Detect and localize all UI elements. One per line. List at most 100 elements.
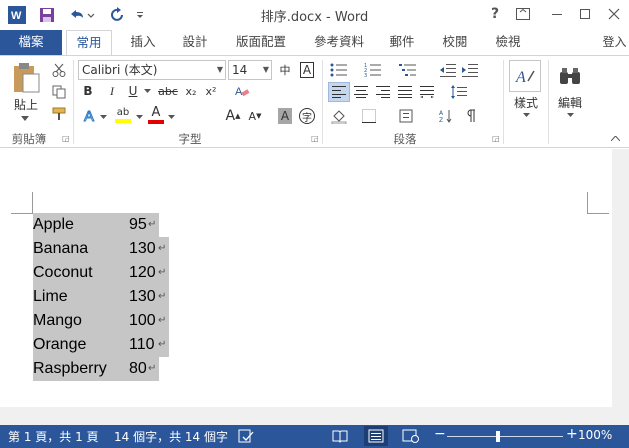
zoom-slider-thumb[interactable]	[496, 431, 500, 442]
font-name-combo[interactable]: Calibri (本文) ▼	[78, 60, 226, 80]
fruit-value: 130	[129, 240, 156, 257]
paragraph-launcher-icon[interactable]: ◲	[492, 134, 500, 143]
decrease-indent-icon[interactable]	[438, 60, 458, 80]
font-color-dropdown-icon[interactable]	[166, 111, 176, 123]
fruit-value: 130	[129, 288, 156, 305]
maximize-button[interactable]	[572, 2, 598, 26]
chevron-down-icon: ▼	[216, 65, 223, 74]
styles-gallery-icon[interactable]: A	[509, 60, 541, 92]
paragraph-mark: ↵	[158, 315, 167, 326]
paste-icon[interactable]	[8, 60, 44, 96]
tab-mailings[interactable]: 郵件	[382, 30, 422, 55]
subscript-button[interactable]: x₂	[182, 82, 200, 100]
editing-button-label[interactable]: 編輯	[553, 94, 587, 110]
tab-references[interactable]: 參考資料	[306, 30, 372, 55]
align-center-icon[interactable]	[350, 82, 372, 102]
tab-design[interactable]: 設計	[174, 30, 216, 55]
tab-home[interactable]: 常用	[66, 30, 112, 56]
character-shading-button[interactable]: A	[276, 107, 294, 125]
justify-icon[interactable]	[394, 82, 416, 102]
word-count[interactable]: 14 個字，共 14 個字	[114, 428, 228, 445]
page-count[interactable]: 第 1 頁，共 1 頁	[8, 428, 99, 445]
styles-dropdown-icon[interactable]	[520, 111, 532, 119]
font-launcher-icon[interactable]: ◲	[311, 134, 319, 143]
bold-button[interactable]: B	[80, 82, 96, 100]
font-color-swatch	[148, 120, 164, 124]
document-page[interactable]: Apple 95 ↵ Banana 130 ↵ Coconut 120 ↵ Li…	[0, 149, 612, 407]
svg-text:A: A	[439, 110, 444, 117]
help-button[interactable]: ?	[482, 2, 508, 26]
signin-link[interactable]: 登入	[600, 30, 629, 55]
numbering-icon[interactable]: 123	[362, 60, 384, 80]
crop-mark-left	[11, 192, 33, 214]
styles-button-label[interactable]: 樣式	[509, 94, 543, 110]
paste-button-label[interactable]: 貼上	[8, 96, 44, 112]
shrink-font-button[interactable]: A ▼	[246, 106, 264, 126]
italic-button[interactable]: I	[104, 82, 120, 100]
show-hide-marks-icon[interactable]	[460, 106, 480, 126]
tab-insert[interactable]: 插入	[122, 30, 164, 55]
borders-icon[interactable]	[358, 106, 380, 126]
clipboard-launcher-icon[interactable]: ◲	[62, 134, 70, 143]
superscript-button[interactable]: x²	[202, 82, 220, 100]
sort-icon[interactable]: AZ	[436, 106, 456, 126]
underline-button[interactable]: U	[125, 82, 141, 100]
zoom-level[interactable]: 100%	[578, 428, 612, 442]
tab-view[interactable]: 檢視	[486, 30, 530, 55]
font-size-combo[interactable]: 14 ▼	[228, 60, 272, 80]
minimize-button[interactable]	[544, 2, 570, 26]
tab-review[interactable]: 校閱	[434, 30, 476, 55]
print-layout-icon[interactable]	[364, 426, 388, 446]
text-effects-button[interactable]: A	[80, 106, 98, 126]
clear-formatting-icon[interactable]: A	[232, 81, 252, 101]
zoom-in-button[interactable]: +	[566, 426, 578, 442]
paragraph-mark: ↵	[158, 291, 167, 302]
status-bar: 第 1 頁，共 1 頁 14 個字，共 14 個字 − + 100%	[0, 425, 629, 448]
highlight-dropdown-icon[interactable]	[134, 111, 144, 123]
paragraph-group-label: 段落	[393, 132, 417, 146]
text-effects-dropdown-icon[interactable]	[98, 111, 108, 123]
tab-layout[interactable]: 版面配置	[228, 30, 294, 55]
multilevel-list-icon[interactable]	[396, 60, 420, 80]
copy-icon[interactable]	[50, 83, 68, 101]
increase-indent-icon[interactable]	[460, 60, 480, 80]
paragraph-mark: ↵	[158, 243, 167, 254]
find-binoculars-icon[interactable]	[555, 60, 585, 92]
proofing-icon[interactable]	[238, 429, 254, 446]
svg-text:Z: Z	[439, 117, 443, 123]
line-spacing-icon[interactable]	[448, 82, 470, 102]
horizontal-scrollbar[interactable]	[0, 407, 612, 425]
vertical-scrollbar[interactable]	[612, 149, 629, 425]
shading-icon[interactable]	[328, 106, 350, 126]
enclose-characters-button[interactable]: 字	[297, 106, 317, 126]
collapse-ribbon-icon[interactable]	[608, 132, 622, 144]
distributed-icon[interactable]	[416, 82, 438, 102]
paragraph-mark: ↵	[148, 363, 157, 374]
grow-font-button[interactable]: A ▲	[224, 106, 242, 126]
cut-icon[interactable]	[50, 61, 68, 79]
underline-dropdown-icon[interactable]	[142, 85, 152, 97]
enclose-characters-icon: 字	[299, 108, 315, 124]
zoom-slider-track[interactable]	[447, 436, 563, 437]
zoom-out-button[interactable]: −	[434, 426, 446, 442]
fruit-name: Raspberry	[33, 360, 107, 377]
web-layout-icon[interactable]	[402, 429, 420, 446]
bullets-icon[interactable]	[328, 60, 350, 80]
paste-dropdown-icon[interactable]	[18, 114, 32, 122]
editing-dropdown-icon[interactable]	[564, 111, 576, 119]
paragraph-mark: ↵	[148, 219, 157, 230]
format-painter-icon[interactable]	[50, 105, 68, 123]
align-left-icon[interactable]	[328, 82, 350, 102]
ribbon-display-options-icon[interactable]	[510, 2, 536, 26]
phonetic-guide-button[interactable]: 中	[275, 60, 295, 80]
tab-file[interactable]: 檔案	[0, 30, 62, 55]
svg-text:3: 3	[364, 73, 367, 77]
character-border-button[interactable]: A	[297, 60, 317, 80]
strikethrough-button[interactable]: abc	[155, 82, 181, 100]
asian-layout-icon[interactable]	[396, 106, 416, 126]
text-highlight-button[interactable]: ab	[113, 104, 133, 126]
read-mode-icon[interactable]	[332, 429, 348, 446]
align-right-icon[interactable]	[372, 82, 394, 102]
font-color-button[interactable]: A	[147, 104, 165, 126]
close-button[interactable]	[601, 2, 627, 26]
